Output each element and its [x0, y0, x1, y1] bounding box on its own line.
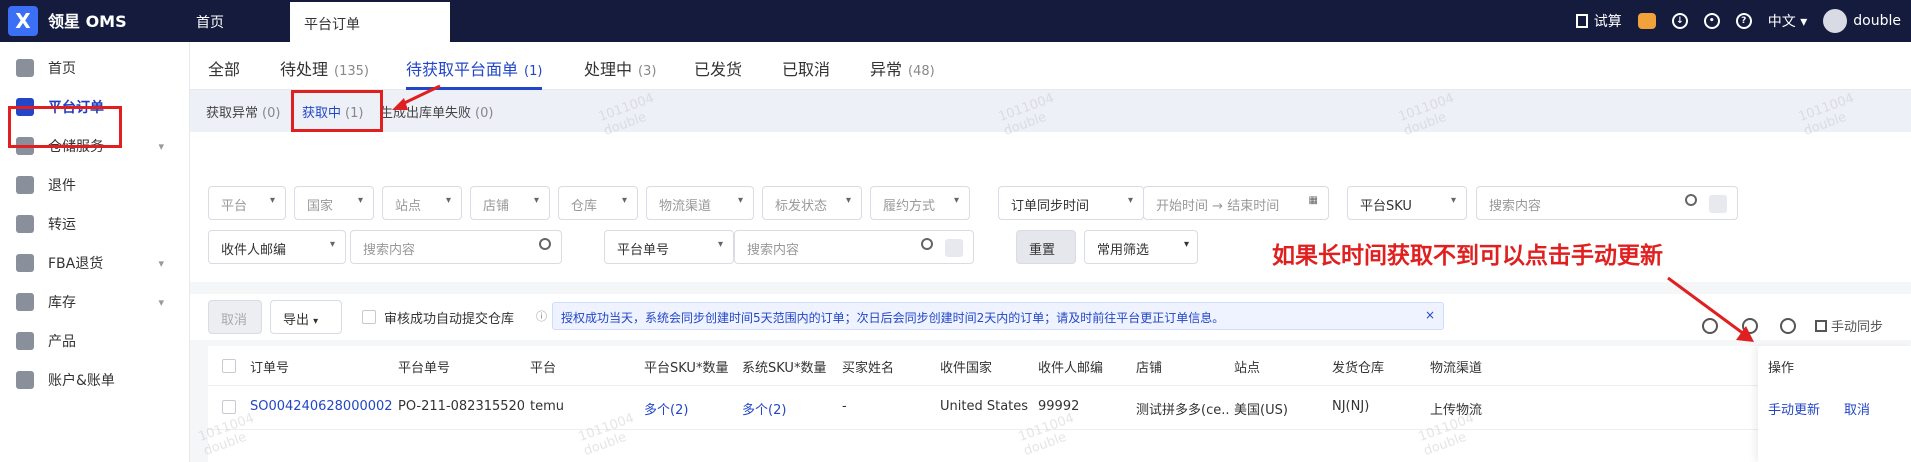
- annotation-arrows: [392, 84, 1754, 342]
- arrow-to-update: [1667, 276, 1745, 336]
- arrow-head: [392, 98, 408, 110]
